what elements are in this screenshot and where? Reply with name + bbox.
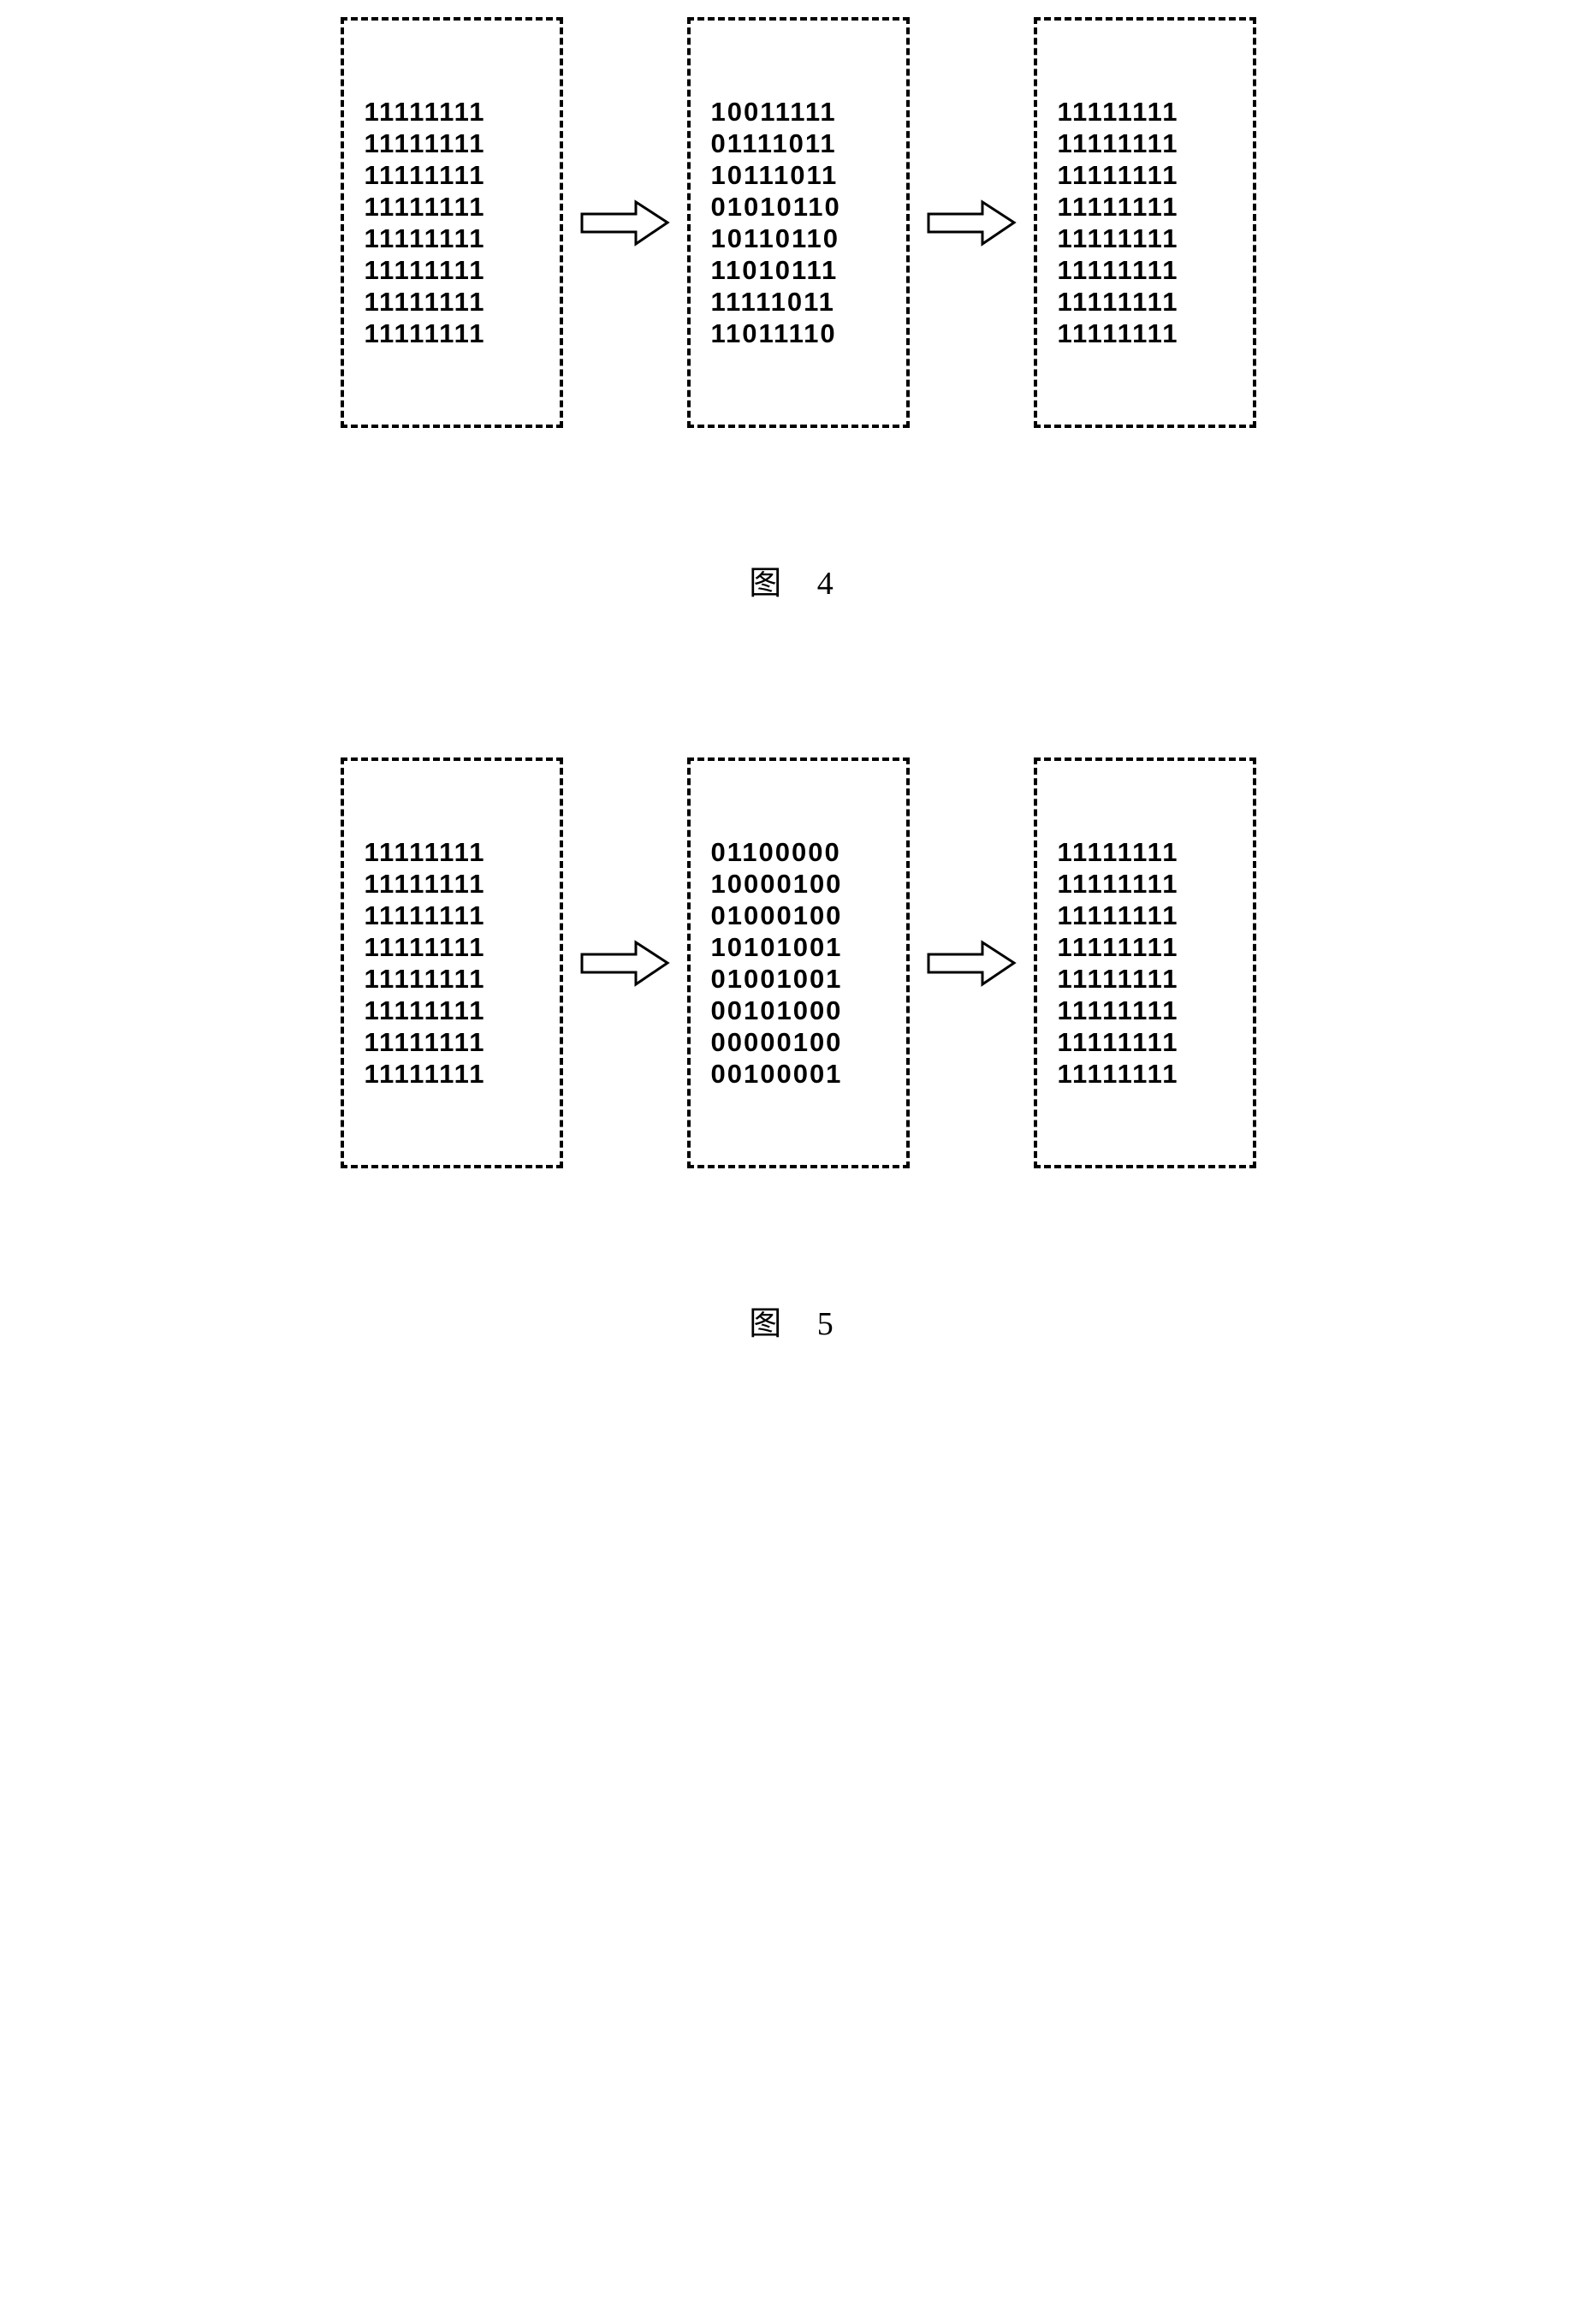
binary-line: 11111111 xyxy=(1058,318,1232,349)
figure-4-row: 11111111 11111111 11111111 11111111 1111… xyxy=(17,17,1579,428)
binary-line: 11011110 xyxy=(711,318,886,349)
binary-line: 11111111 xyxy=(1058,1058,1232,1090)
figure-4-caption: 图 4 xyxy=(17,556,1579,603)
arrow-right-icon xyxy=(580,199,670,247)
binary-line: 10111011 xyxy=(711,159,886,191)
binary-line: 00000100 xyxy=(711,1026,886,1058)
binary-line: 11111111 xyxy=(1058,836,1232,868)
binary-line: 01000100 xyxy=(711,900,886,931)
figure-5-box-1: 11111111 11111111 11111111 11111111 1111… xyxy=(341,757,563,1168)
binary-line: 10000100 xyxy=(711,868,886,900)
binary-line: 10011111 xyxy=(711,96,886,128)
binary-line: 11111111 xyxy=(365,191,539,223)
figure-5: 11111111 11111111 11111111 11111111 1111… xyxy=(17,757,1579,1344)
binary-line: 11111111 xyxy=(365,995,539,1026)
figure-4-box-1: 11111111 11111111 11111111 11111111 1111… xyxy=(341,17,563,428)
arrow-right-icon xyxy=(927,199,1017,247)
figure-4-box-2: 10011111 01111011 10111011 01010110 1011… xyxy=(687,17,910,428)
figure-4-box-3: 11111111 11111111 11111111 11111111 1111… xyxy=(1034,17,1256,428)
binary-line: 11010111 xyxy=(711,254,886,286)
binary-line: 11111111 xyxy=(1058,128,1232,159)
binary-line: 00101000 xyxy=(711,995,886,1026)
binary-line: 11111111 xyxy=(1058,286,1232,318)
binary-line: 00100001 xyxy=(711,1058,886,1090)
binary-line: 11111111 xyxy=(1058,1026,1232,1058)
binary-line: 11111111 xyxy=(365,868,539,900)
binary-line: 11111111 xyxy=(365,836,539,868)
binary-line: 11111111 xyxy=(365,128,539,159)
binary-line: 11111111 xyxy=(1058,931,1232,963)
binary-line: 11111111 xyxy=(365,96,539,128)
figure-4: 11111111 11111111 11111111 11111111 1111… xyxy=(17,17,1579,603)
figure-5-box-2: 01100000 10000100 01000100 10101001 0100… xyxy=(687,757,910,1168)
binary-line: 01100000 xyxy=(711,836,886,868)
binary-line: 11111111 xyxy=(1058,159,1232,191)
binary-line: 11111111 xyxy=(1058,96,1232,128)
binary-line: 11111111 xyxy=(365,159,539,191)
binary-line: 10110110 xyxy=(711,223,886,254)
binary-line: 11111111 xyxy=(1058,868,1232,900)
binary-line: 11111111 xyxy=(365,963,539,995)
binary-line: 11111111 xyxy=(1058,191,1232,223)
binary-line: 11111111 xyxy=(1058,963,1232,995)
binary-line: 11111111 xyxy=(1058,223,1232,254)
binary-line: 11111111 xyxy=(365,318,539,349)
figure-5-box-3: 11111111 11111111 11111111 11111111 1111… xyxy=(1034,757,1256,1168)
binary-line: 01001001 xyxy=(711,963,886,995)
figure-5-row: 11111111 11111111 11111111 11111111 1111… xyxy=(17,757,1579,1168)
binary-line: 11111111 xyxy=(1058,995,1232,1026)
figure-5-caption: 图 5 xyxy=(17,1297,1579,1344)
binary-line: 11111011 xyxy=(711,286,886,318)
binary-line: 11111111 xyxy=(1058,254,1232,286)
binary-line: 01111011 xyxy=(711,128,886,159)
binary-line: 11111111 xyxy=(365,931,539,963)
binary-line: 01010110 xyxy=(711,191,886,223)
binary-line: 11111111 xyxy=(365,900,539,931)
binary-line: 11111111 xyxy=(1058,900,1232,931)
arrow-right-icon xyxy=(580,940,670,987)
binary-line: 11111111 xyxy=(365,1058,539,1090)
binary-line: 11111111 xyxy=(365,1026,539,1058)
binary-line: 11111111 xyxy=(365,286,539,318)
arrow-right-icon xyxy=(927,940,1017,987)
binary-line: 11111111 xyxy=(365,254,539,286)
binary-line: 11111111 xyxy=(365,223,539,254)
binary-line: 10101001 xyxy=(711,931,886,963)
